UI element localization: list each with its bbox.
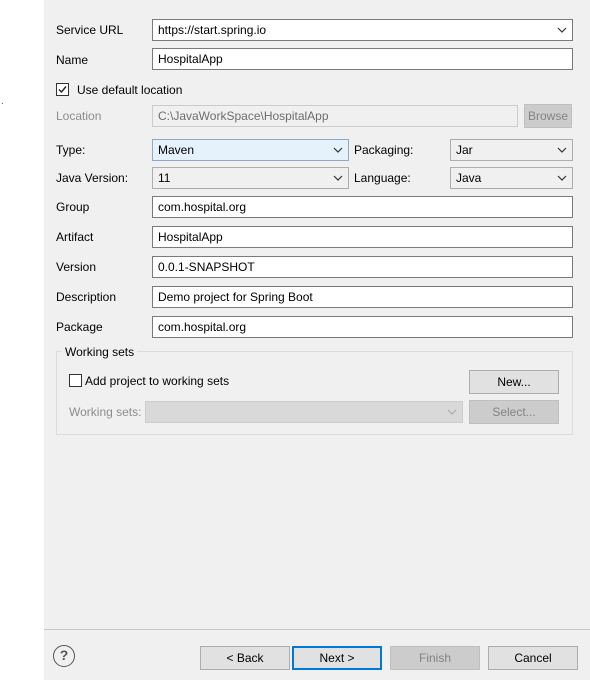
name-field[interactable]: HospitalApp xyxy=(152,48,573,70)
use-default-location-label: Use default location xyxy=(77,83,183,97)
cancel-button[interactable]: Cancel xyxy=(488,646,578,670)
help-icon[interactable]: ? xyxy=(53,645,75,667)
name-label: Name xyxy=(56,53,89,67)
add-to-working-sets-label: Add project to working sets xyxy=(85,374,230,388)
chevron-down-icon xyxy=(557,147,567,153)
description-field[interactable]: Demo project for Spring Boot xyxy=(152,286,573,308)
use-default-location-checkbox[interactable] xyxy=(56,83,69,96)
chevron-down-icon xyxy=(447,409,457,415)
service-url-label: Service URL xyxy=(56,23,124,37)
footer-separator xyxy=(44,629,590,630)
description-label: Description xyxy=(56,290,117,304)
browse-button: Browse xyxy=(524,104,572,128)
checkmark-icon xyxy=(58,86,67,94)
packaging-value: Jar xyxy=(456,143,473,157)
background-dot: . xyxy=(1,96,4,107)
chevron-down-icon xyxy=(333,175,343,181)
working-sets-group-title: Working sets xyxy=(62,344,138,360)
packaging-combo[interactable]: Jar xyxy=(450,139,573,161)
location-field: C:\JavaWorkSpace\HospitalApp xyxy=(152,105,518,127)
chevron-down-icon xyxy=(557,27,567,33)
version-label: Version xyxy=(56,260,97,274)
language-label: Language: xyxy=(354,171,411,185)
java-version-value: 11 xyxy=(158,171,171,185)
add-to-working-sets-checkbox[interactable] xyxy=(69,374,82,387)
artifact-label: Artifact xyxy=(56,230,94,244)
location-label: Location xyxy=(56,109,102,123)
finish-button: Finish xyxy=(390,646,480,670)
package-label: Package xyxy=(56,320,103,334)
next-button[interactable]: Next > xyxy=(292,646,382,670)
version-field[interactable]: 0.0.1-SNAPSHOT xyxy=(152,256,573,278)
chevron-down-icon xyxy=(333,147,343,153)
service-url-value: https://start.spring.io xyxy=(158,23,267,37)
java-version-combo[interactable]: 11 xyxy=(152,167,349,189)
language-combo[interactable]: Java xyxy=(450,167,573,189)
working-sets-combo xyxy=(145,401,463,423)
type-value: Maven xyxy=(158,143,195,157)
java-version-label: Java Version: xyxy=(56,171,129,185)
type-combo[interactable]: Maven xyxy=(152,139,349,161)
working-sets-label: Working sets: xyxy=(69,405,142,419)
new-working-set-button[interactable]: New... xyxy=(469,370,559,394)
group-field[interactable]: com.hospital.org xyxy=(152,196,573,218)
chevron-down-icon xyxy=(557,175,567,181)
select-working-sets-button: Select... xyxy=(469,400,559,424)
artifact-field[interactable]: HospitalApp xyxy=(152,226,573,248)
background-window-strip: . xyxy=(0,0,44,680)
packaging-label: Packaging: xyxy=(354,143,414,157)
package-field[interactable]: com.hospital.org xyxy=(152,316,573,338)
group-label: Group xyxy=(56,200,90,214)
type-label: Type: xyxy=(56,143,86,157)
new-spring-starter-project-dialog: Service URL https://start.spring.io Name… xyxy=(44,0,590,680)
language-value: Java xyxy=(456,171,482,185)
service-url-combo[interactable]: https://start.spring.io xyxy=(152,19,573,41)
back-button[interactable]: < Back xyxy=(200,646,290,670)
